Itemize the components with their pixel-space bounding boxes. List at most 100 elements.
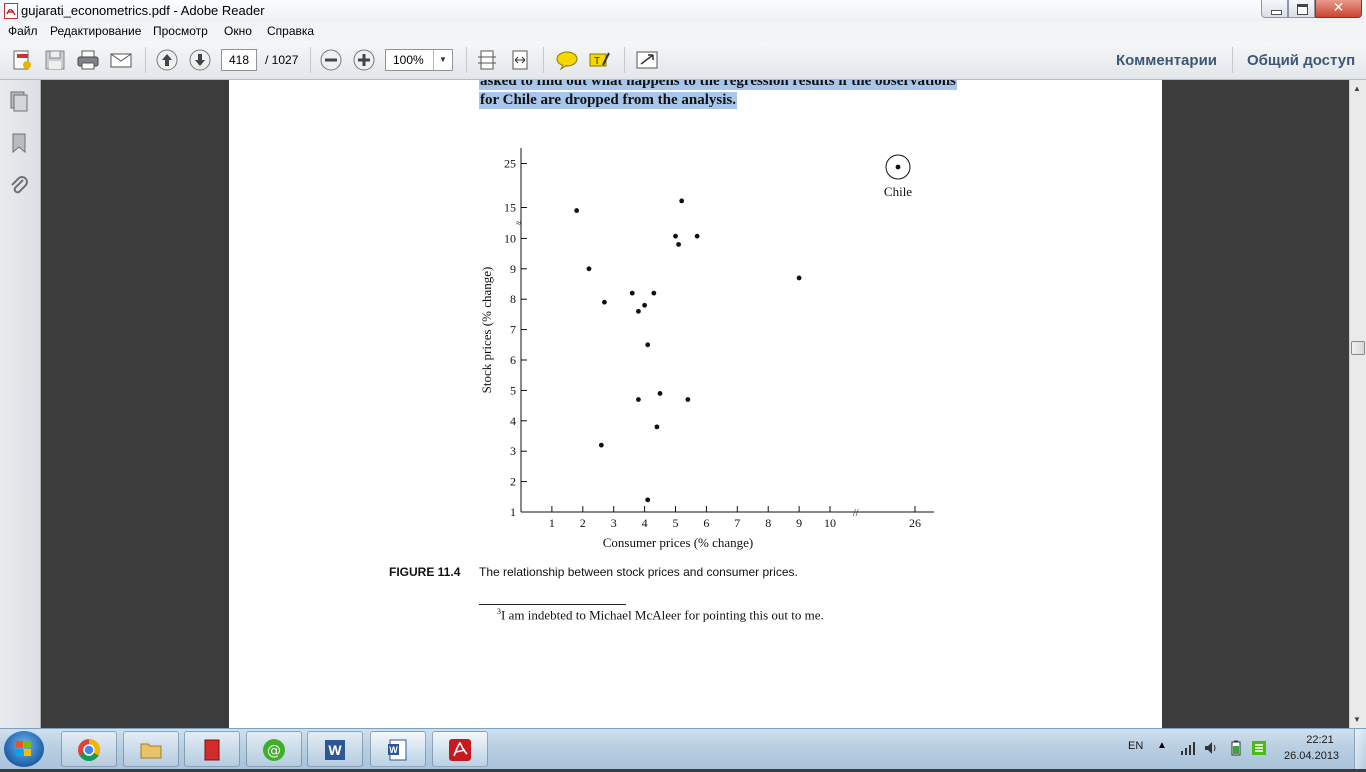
scroll-up-icon[interactable]: ▲ [1353, 84, 1361, 93]
pdf-page[interactable]: asked to find out what happens to the re… [229, 80, 1162, 728]
data-points [574, 164, 901, 503]
figure-caption: The relationship between stock prices an… [479, 565, 798, 579]
chile-annotation: Chile [884, 184, 912, 199]
y-tick-label: 8 [510, 292, 516, 306]
vertical-scrollbar[interactable]: ▲ ▼ [1349, 80, 1366, 728]
start-button[interactable] [4, 731, 44, 767]
y-tick-label: 6 [510, 353, 516, 367]
y-tick-label: 10 [504, 231, 516, 245]
maximize-button[interactable] [1288, 0, 1315, 18]
save-icon[interactable] [43, 48, 67, 72]
chevron-down-icon[interactable]: ▼ [433, 50, 452, 70]
footnote: 3I am indebted to Michael McAleer for po… [497, 607, 824, 623]
page-number-input[interactable]: 418 [221, 49, 257, 71]
previous-page-icon[interactable] [155, 48, 179, 72]
taskbar-chrome[interactable] [61, 731, 117, 767]
data-point [645, 497, 651, 503]
input-language[interactable]: EN [1128, 740, 1143, 752]
fit-width-icon[interactable] [508, 48, 532, 72]
bookmarks-icon[interactable] [8, 132, 30, 154]
windows-logo-icon [16, 741, 31, 756]
y-ticks: 1 2 3 4 5 6 7 8 9 10 15 25 [504, 157, 527, 519]
y-tick-label: 9 [510, 262, 516, 276]
data-point [629, 290, 635, 296]
print-icon[interactable] [76, 48, 100, 72]
document-area[interactable]: asked to find out what happens to the re… [41, 80, 1349, 728]
y-tick-label: 5 [510, 383, 516, 397]
scroll-down-icon[interactable]: ▼ [1353, 715, 1361, 724]
minimize-button[interactable] [1261, 0, 1288, 18]
full-screen-icon[interactable] [635, 48, 659, 72]
taskbar-explorer[interactable] [123, 731, 179, 767]
clock-time[interactable]: 22:21 [1296, 734, 1344, 746]
sticky-note-icon[interactable] [555, 48, 579, 72]
adobe-reader-icon [449, 739, 471, 761]
y-axis-break-mark: ≈ [516, 218, 521, 228]
email-icon[interactable] [109, 48, 133, 72]
x-axis-break-mark: // [853, 508, 859, 519]
taskbar-book-app[interactable] [184, 731, 240, 767]
close-button[interactable]: ✕ [1315, 0, 1362, 18]
y-tick-label: 3 [510, 444, 516, 458]
word-icon: W [325, 740, 345, 760]
taskbar-word-document[interactable]: W [370, 731, 426, 767]
battery-icon[interactable] [1228, 740, 1244, 756]
share-pane-button[interactable]: Общий доступ [1247, 52, 1355, 69]
data-point [673, 233, 678, 239]
page-thumbnails-icon[interactable] [8, 90, 30, 112]
data-point [654, 424, 660, 430]
taskbar-word[interactable]: W [307, 731, 363, 767]
y-tick-label: 7 [510, 323, 516, 337]
x-tick-label: 1 [549, 516, 555, 530]
attachments-icon[interactable] [8, 175, 30, 197]
create-pdf-icon[interactable] [10, 48, 34, 72]
data-point [574, 208, 580, 213]
next-page-icon[interactable] [188, 48, 212, 72]
data-point [694, 233, 700, 239]
taskbar-adobe-reader[interactable] [432, 731, 488, 767]
folder-icon [140, 743, 162, 759]
svg-text:T: T [594, 56, 600, 67]
volume-icon[interactable] [1203, 740, 1219, 756]
menu-edit[interactable]: Редактирование [50, 24, 141, 38]
x-axis-label: Consumer prices (% change) [603, 535, 754, 550]
title-bar: gujarati_econometrics.pdf - Adobe Reader… [0, 0, 1366, 23]
menu-window[interactable]: Окно [224, 24, 252, 38]
svg-text:W: W [328, 742, 342, 758]
zoom-value: 100% [393, 53, 424, 67]
x-tick-label: 9 [796, 516, 802, 530]
menu-file[interactable]: Файл [8, 24, 38, 38]
data-point [636, 397, 641, 402]
clock-date[interactable]: 26.04.2013 [1284, 750, 1339, 762]
highlight-text-icon[interactable]: T [588, 48, 612, 72]
taskbar: @ W W EN ▲ 22:21 26.04.2013 [0, 728, 1366, 769]
data-point-chile [895, 164, 901, 170]
zoom-select[interactable]: 100% ▼ [385, 49, 453, 71]
zoom-out-icon[interactable] [319, 48, 343, 72]
menu-help[interactable]: Справка [267, 24, 314, 38]
menu-bar: Файл Редактирование Просмотр Окно Справк… [0, 22, 1366, 41]
toolbar-separator [310, 47, 311, 73]
y-tick-label: 2 [510, 475, 516, 489]
show-desktop-button[interactable] [1354, 729, 1366, 769]
footnote-text: I am indebted to Michael McAleer for poi… [501, 607, 824, 623]
data-point [602, 299, 607, 305]
zoom-in-icon[interactable] [352, 48, 376, 72]
navigation-pane [0, 80, 41, 728]
scrollbar-thumb[interactable] [1351, 341, 1365, 355]
taskbar-mail-agent[interactable]: @ [246, 731, 302, 767]
y-tick-label: 4 [510, 414, 516, 428]
show-hidden-icons-icon[interactable]: ▲ [1157, 740, 1173, 756]
menu-view[interactable]: Просмотр [153, 24, 208, 38]
comments-pane-button[interactable]: Комментарии [1116, 52, 1217, 69]
signal-icon[interactable] [1180, 740, 1196, 756]
data-point [645, 342, 651, 348]
fit-page-icon[interactable] [475, 48, 499, 72]
toolbar-separator [624, 47, 625, 73]
x-tick-label: 6 [703, 516, 709, 530]
footnote-rule [479, 604, 626, 605]
app-tray-icon[interactable] [1251, 740, 1267, 756]
word-document-icon: W [388, 739, 407, 761]
close-icon: ✕ [1332, 0, 1345, 16]
chart-axes: ≈ // [516, 148, 934, 519]
